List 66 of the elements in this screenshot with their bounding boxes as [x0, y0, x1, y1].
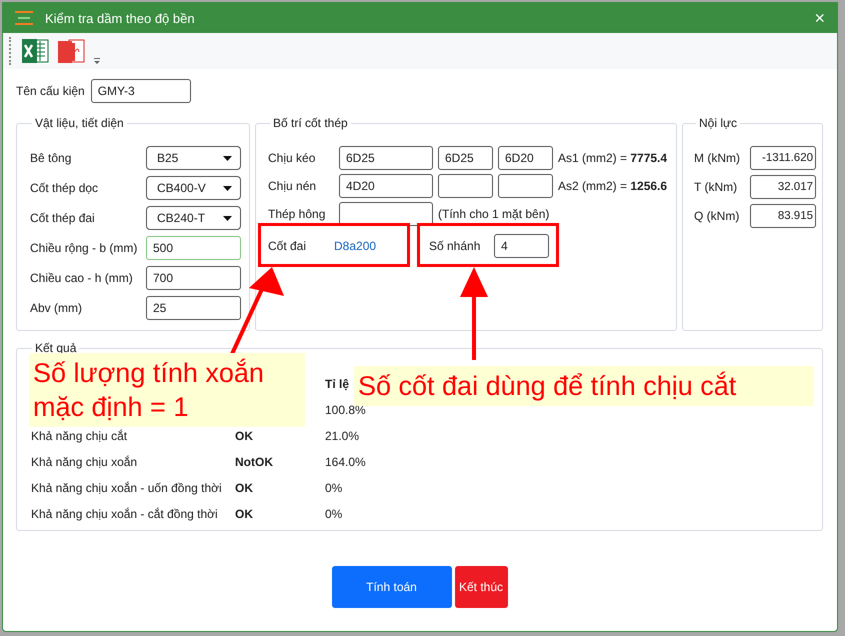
window-title: Kiểm tra dầm theo độ bền — [45, 10, 196, 26]
spreadsheet-icon[interactable] — [21, 37, 49, 65]
name-field[interactable]: GMY-3 — [90, 79, 191, 103]
field-label: Cốt đai — [268, 239, 308, 253]
area-result: As1 (mm2) = 7775.4 — [558, 151, 668, 165]
group-title: Nội lực — [699, 116, 738, 130]
input-field[interactable]: 4 — [494, 234, 549, 258]
dropdown[interactable]: CB400-V — [146, 176, 241, 200]
field-label: T (kNm) — [694, 180, 738, 194]
group-title: Vật liệu, tiết diện — [35, 116, 124, 130]
field-label: Cốt thép đai — [30, 211, 96, 225]
table-cell: 21.0% — [325, 429, 360, 443]
finish-button[interactable]: Kết thúc — [454, 566, 508, 608]
field-label: Chiều cao - h (mm) — [30, 271, 134, 285]
input-field[interactable]: 500 — [146, 236, 241, 260]
table-cell: 0% — [325, 481, 342, 495]
input-field[interactable] — [498, 174, 553, 198]
field-label: Abv (mm) — [30, 301, 83, 315]
callout-text: Số cốt đai dùng để tính chịu cắt — [354, 366, 814, 406]
table-cell: 0% — [325, 507, 342, 521]
input-field[interactable]: 6D25 — [438, 146, 493, 170]
group-title: Kết quả — [35, 341, 76, 355]
field-label: Thép hông — [268, 207, 326, 221]
input-field[interactable]: -1311.620 — [750, 146, 816, 170]
field-label: Chịu kéo — [268, 151, 316, 165]
table-cell: Khả năng chịu xoắn - uốn đồng thời — [31, 481, 222, 495]
callout-text: Số lượng tính xoắn mặc định = 1 — [29, 353, 305, 427]
field-label: Chịu nén — [268, 179, 318, 193]
caret-icon — [223, 156, 232, 160]
input-field[interactable]: 25 — [146, 296, 241, 320]
input-field[interactable]: 4D20 — [339, 174, 433, 198]
app-icon — [15, 11, 33, 25]
input-field[interactable]: 32.017 — [750, 175, 816, 199]
input-field[interactable] — [438, 174, 493, 198]
field-label: Cốt thép dọc — [30, 181, 100, 195]
note-text: (Tính cho 1 mặt bên) — [438, 207, 550, 221]
table-cell: 100.8% — [325, 403, 366, 417]
pdf-icon[interactable] — [57, 37, 85, 65]
table-cell: OK — [235, 507, 253, 521]
input-field[interactable]: 6D20 — [498, 146, 553, 170]
table-cell: Khả năng chịu xoắn — [31, 455, 138, 469]
caret-icon — [223, 216, 232, 220]
table-cell: 164.0% — [325, 455, 366, 469]
field-label: Bê tông — [30, 151, 72, 165]
table-cell: NotOK — [235, 455, 273, 469]
dropdown[interactable]: CB240-T — [146, 206, 241, 230]
table-cell: OK — [235, 429, 253, 443]
table-cell: OK — [235, 481, 253, 495]
column-header: Tỉ lệ — [325, 377, 350, 391]
table-cell: Khả năng chịu cắt — [31, 429, 128, 443]
area-result: As2 (mm2) = 1256.6 — [558, 179, 668, 193]
caret-icon — [223, 186, 232, 190]
field-label: M (kNm) — [694, 151, 741, 165]
input-field[interactable]: 6D25 — [339, 146, 433, 170]
field-label: Q (kNm) — [694, 209, 740, 223]
stirrup-link[interactable]: D8a200 — [334, 239, 429, 253]
input-field[interactable]: 700 — [146, 266, 241, 290]
group-title: Bố trí cốt thép — [273, 116, 348, 130]
field-label: Tên cấu kiện — [16, 84, 85, 98]
field-label: Số nhánh — [429, 239, 482, 253]
table-cell: Khả năng chịu xoắn - cắt đồng thời — [31, 507, 218, 521]
input-field[interactable]: 83.915 — [750, 204, 816, 228]
field-label: Chiều rộng - b (mm) — [30, 241, 138, 255]
close-button[interactable]: × — [810, 8, 829, 28]
dropdown[interactable]: B25 — [146, 146, 241, 170]
calculate-button[interactable]: Tính toán — [332, 566, 452, 608]
